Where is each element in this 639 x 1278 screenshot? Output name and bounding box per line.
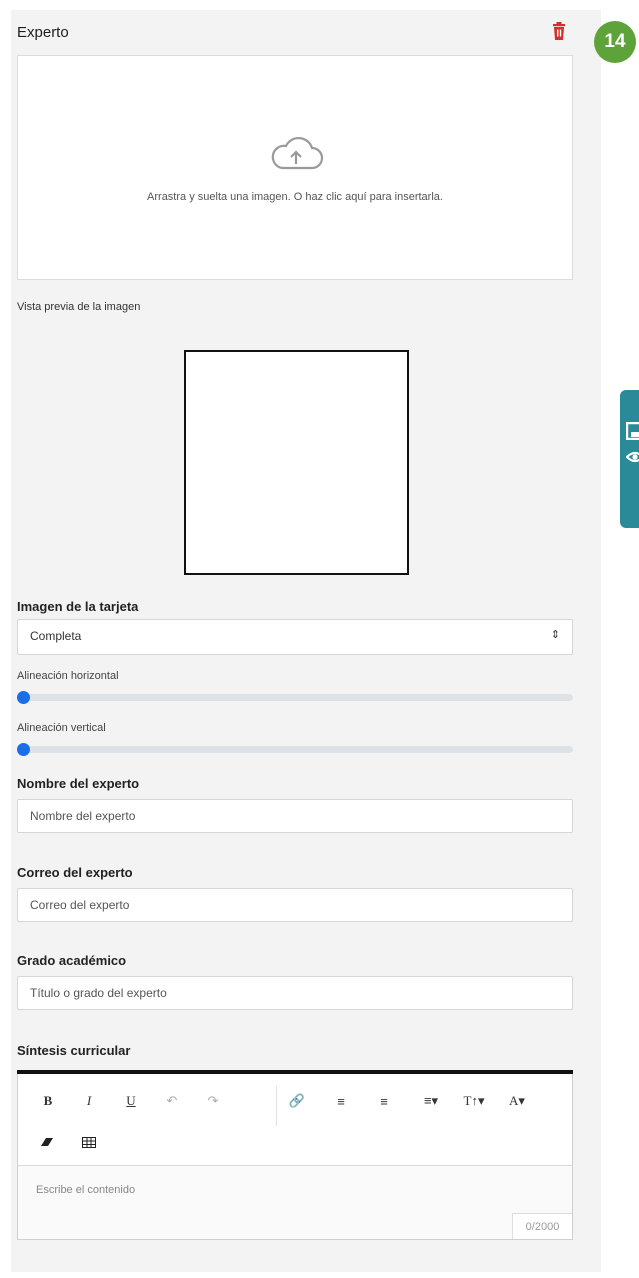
redo-icon[interactable]: ↷ (202, 1090, 224, 1112)
editor-toolbar: B I U ↶ ↷ 🔗 ≡ ≡ ≡▾ T↑▾ A▾ (18, 1074, 572, 1166)
expert-name-input[interactable] (17, 799, 573, 833)
panel-title: Experto (17, 24, 69, 41)
expert-name-label: Nombre del experto (17, 776, 140, 791)
image-preview (184, 350, 409, 575)
font-size-icon[interactable]: T↑▾ (458, 1090, 490, 1112)
underline-button[interactable]: U (120, 1090, 142, 1112)
academic-degree-input[interactable] (17, 976, 573, 1010)
eraser-icon[interactable] (37, 1131, 59, 1153)
card-image-label: Imagen de la tarjeta (17, 599, 139, 614)
editor-content-area[interactable]: Escribe el contenido 0/2000 (18, 1166, 572, 1239)
bold-button[interactable]: B (37, 1090, 59, 1112)
character-counter: 0/2000 (512, 1213, 572, 1239)
link-icon[interactable]: 🔗 (286, 1090, 308, 1112)
card-image-select-value: Completa (30, 629, 82, 643)
font-color-icon[interactable]: A▾ (502, 1090, 532, 1112)
save-icon[interactable] (626, 422, 639, 440)
align-icon[interactable]: ≡▾ (416, 1090, 446, 1112)
image-preview-label: Vista previa de la imagen (17, 301, 141, 313)
dropzone-text: Arrastra y suelta una imagen. O haz clic… (147, 191, 443, 203)
horizontal-alignment-slider[interactable] (17, 694, 573, 701)
unordered-list-icon[interactable]: ≡ (373, 1090, 395, 1112)
vertical-alignment-slider[interactable] (17, 746, 573, 753)
vertical-alignment-label: Alineación vertical (17, 722, 106, 734)
trash-icon[interactable] (552, 22, 566, 40)
side-action-tab (620, 390, 639, 528)
academic-degree-label: Grado académico (17, 953, 127, 968)
step-badge: 14 (594, 21, 636, 63)
horizontal-alignment-label: Alineación horizontal (17, 670, 119, 682)
horizontal-alignment-thumb[interactable] (17, 691, 30, 704)
toolbar-separator (276, 1086, 277, 1126)
eye-icon[interactable] (626, 448, 639, 466)
rich-text-editor: B I U ↶ ↷ 🔗 ≡ ≡ ≡▾ T↑▾ A▾ Escribe el con… (17, 1070, 573, 1240)
table-icon[interactable] (78, 1131, 100, 1153)
card-image-select[interactable]: Completa ⇕ (17, 619, 573, 655)
image-dropzone[interactable]: Arrastra y suelta una imagen. O haz clic… (17, 55, 573, 280)
expert-email-input[interactable] (17, 888, 573, 922)
cloud-upload-icon (271, 136, 324, 170)
ordered-list-icon[interactable]: ≡ (330, 1090, 352, 1112)
select-arrows-icon: ⇕ (550, 629, 560, 641)
editor-placeholder: Escribe el contenido (36, 1184, 136, 1196)
expert-email-label: Correo del experto (17, 865, 133, 880)
curricular-synthesis-label: Síntesis curricular (17, 1043, 131, 1058)
vertical-alignment-thumb[interactable] (17, 743, 30, 756)
italic-button[interactable]: I (78, 1090, 100, 1112)
undo-icon[interactable]: ↶ (161, 1090, 183, 1112)
